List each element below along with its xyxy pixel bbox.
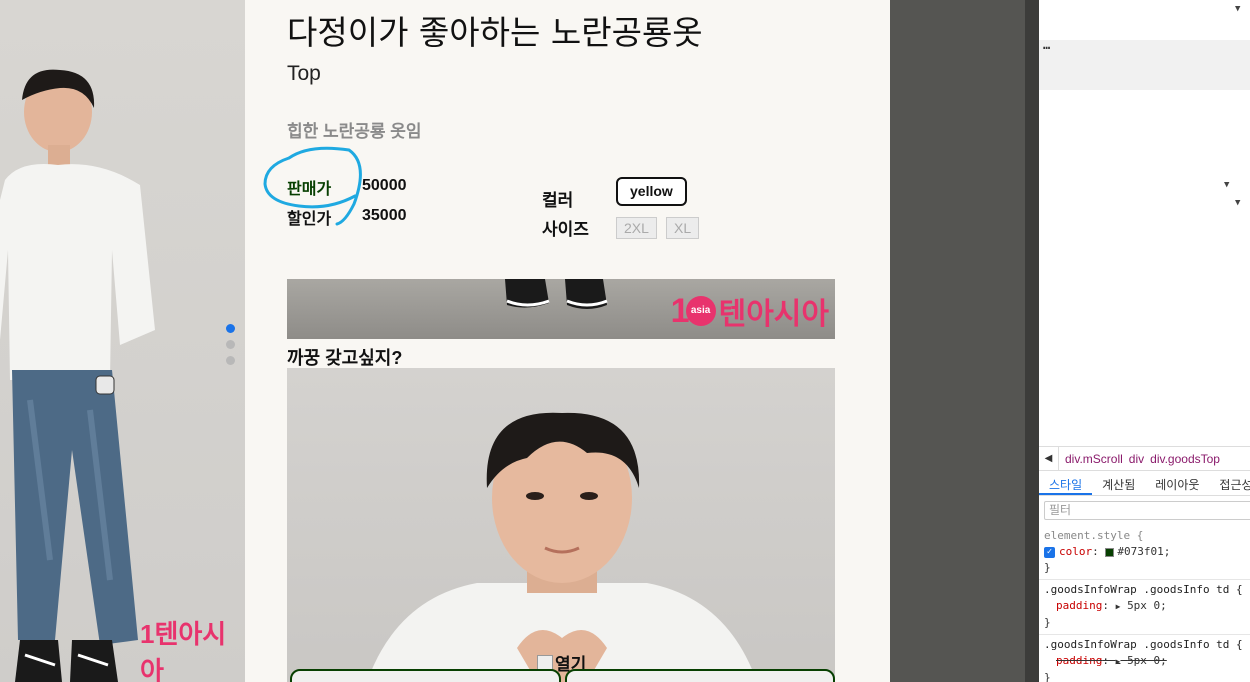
rule-selector[interactable]: .goodsInfoWrap .goodsInfo td {: [1044, 582, 1245, 598]
rule-selector: element.style {: [1044, 529, 1144, 542]
rule-close-brace: }: [1044, 671, 1051, 682]
css-declaration-overridden[interactable]: padding: ▶ 5px 0;: [1044, 653, 1245, 670]
checkbox-icon[interactable]: ✓: [1044, 546, 1055, 558]
promo-question: 까꿍 갖고싶지?: [287, 348, 403, 368]
size-option-2xl[interactable]: 2XL: [616, 217, 657, 239]
page-scrollbar[interactable]: [1025, 0, 1039, 682]
css-declaration[interactable]: padding: ▶ 5px 0;: [1044, 598, 1245, 615]
product-category: Top: [287, 62, 321, 85]
devtools-panel: … ▼ ▼ ▼ ◀ div.mScroll div div.goodsTop 스…: [1039, 0, 1250, 682]
rule-close-brace: }: [1044, 561, 1051, 574]
tab-layout[interactable]: 레이아웃: [1145, 471, 1209, 495]
breadcrumb-item[interactable]: div: [1129, 452, 1144, 466]
chevron-left-icon[interactable]: ◀: [1039, 446, 1059, 471]
tab-computed[interactable]: 계산됨: [1092, 471, 1145, 495]
model-portrait-image: [287, 368, 835, 682]
styles-tabs: 스타일 계산됨 레이아웃 접근성: [1039, 470, 1250, 496]
annotation-circle: [263, 146, 362, 226]
model-portrait-illustration: [367, 412, 757, 682]
dom-tree-expand-icon[interactable]: ▼: [1224, 180, 1229, 190]
css-declaration[interactable]: ✓ color: #073f01;: [1044, 544, 1245, 560]
dom-breadcrumb: ◀ div.mScroll div div.goodsTop: [1039, 446, 1250, 471]
css-rule-goodsinfo-td-overridden: .goodsInfoWrap .goodsInfo td { padding: …: [1039, 635, 1250, 682]
color-swatch[interactable]: [1105, 547, 1115, 557]
slider-dot-1[interactable]: [226, 324, 235, 333]
css-rule-element-style: element.style { ✓ color: #073f01; }: [1039, 526, 1250, 580]
dom-ellipsis[interactable]: …: [1043, 38, 1050, 52]
expand-triangle-icon[interactable]: ▶: [1116, 602, 1121, 611]
product-slider-image[interactable]: 1텐아시아: [0, 0, 245, 682]
bottom-action-button-2[interactable]: [565, 669, 835, 682]
product-title: 다정이가 좋아하는 노란공룡옷: [287, 13, 703, 52]
expand-triangle-icon[interactable]: ▶: [1116, 657, 1121, 666]
goods-info-panel: 다정이가 좋아하는 노란공룡옷 Top 힙한 노란공룡 옷임 판매가 50000…: [245, 0, 890, 682]
breadcrumb-item[interactable]: div.mScroll: [1065, 452, 1123, 466]
product-description: 힙한 노란공룡 옷임: [287, 122, 422, 141]
tenasia-logo: 1 asia 텐아시아: [670, 292, 829, 332]
brand-logo-partial: 1텐아시아: [140, 619, 227, 682]
page-background-gap: [890, 0, 1025, 682]
tab-accessibility[interactable]: 접근성: [1209, 471, 1250, 495]
styles-filter-input[interactable]: 필터: [1044, 501, 1250, 520]
tab-styles[interactable]: 스타일: [1039, 471, 1093, 495]
declaration-value[interactable]: #073f01;: [1117, 545, 1170, 558]
color-option-yellow[interactable]: yellow: [616, 177, 687, 206]
dom-tree-selected-row[interactable]: [1039, 40, 1250, 90]
slider-dots: [226, 324, 235, 372]
brand-banner: 1 asia 텐아시아: [287, 279, 835, 339]
color-option-label: 컬러: [542, 191, 574, 210]
css-rules: element.style { ✓ color: #073f01; } .good…: [1039, 526, 1250, 682]
breadcrumb-item[interactable]: div.goodsTop: [1150, 452, 1220, 466]
dom-tree-expand-icon[interactable]: ▼: [1235, 198, 1240, 208]
size-option-xl[interactable]: XL: [666, 217, 700, 239]
dom-tree-expand-icon[interactable]: ▼: [1235, 4, 1240, 14]
model-full-body-illustration: [0, 69, 155, 682]
rule-selector[interactable]: .goodsInfoWrap .goodsInfo td {: [1044, 637, 1245, 653]
slider-dot-3[interactable]: [226, 356, 235, 365]
rule-close-brace: }: [1044, 616, 1051, 629]
size-option-label: 사이즈: [542, 220, 589, 239]
bottom-action-button-1[interactable]: [290, 669, 561, 682]
css-rule-goodsinfo-td: .goodsInfoWrap .goodsInfo td { padding: …: [1039, 580, 1250, 635]
slider-dot-2[interactable]: [226, 340, 235, 349]
